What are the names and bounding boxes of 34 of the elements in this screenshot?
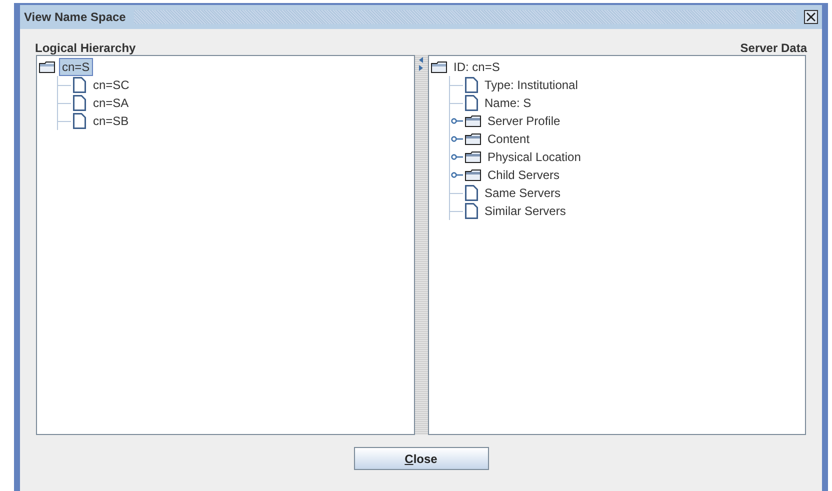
tree-item[interactable]: cn=SB xyxy=(90,112,132,130)
panel-heading: Server Data xyxy=(740,40,807,53)
folder-icon xyxy=(464,133,480,145)
collapsed-handle-icon[interactable] xyxy=(450,171,462,179)
collapsed-handle-icon[interactable] xyxy=(450,135,462,143)
file-icon xyxy=(464,203,478,219)
panel-heading: Logical Hierarchy xyxy=(35,40,136,53)
divider-arrows-icon[interactable] xyxy=(418,57,424,71)
close-button[interactable]: Close xyxy=(354,447,488,470)
folder-icon xyxy=(464,151,480,163)
file-icon xyxy=(464,77,478,93)
file-icon xyxy=(73,113,86,129)
tree-item[interactable]: Name: S xyxy=(482,94,534,112)
tree-item[interactable]: Similar Servers xyxy=(482,202,569,220)
tree-item[interactable]: Child Servers xyxy=(484,166,563,184)
tree-item[interactable]: Physical Location xyxy=(484,148,584,166)
collapsed-handle-icon[interactable] xyxy=(450,153,462,161)
tree-item[interactable]: Content xyxy=(484,130,533,148)
tree-item[interactable]: cn=SC xyxy=(90,76,132,94)
tree-item[interactable]: Server Profile xyxy=(484,112,564,130)
file-icon xyxy=(464,185,478,201)
window-title: View Name Space xyxy=(24,9,126,26)
folder-icon xyxy=(464,169,480,181)
tree-item[interactable]: ID: cn=S xyxy=(450,58,503,76)
file-icon xyxy=(464,95,478,111)
tree-item[interactable]: Type: Institutional xyxy=(482,76,581,94)
tree-item[interactable]: Same Servers xyxy=(482,184,564,202)
tree-item[interactable]: cn=S xyxy=(59,58,93,76)
file-icon xyxy=(73,77,86,93)
collapsed-handle-icon[interactable] xyxy=(450,117,462,125)
tree-item[interactable]: cn=SA xyxy=(90,94,132,112)
file-icon xyxy=(73,95,86,111)
folder-icon xyxy=(464,115,480,127)
close-window-icon[interactable] xyxy=(804,10,818,24)
